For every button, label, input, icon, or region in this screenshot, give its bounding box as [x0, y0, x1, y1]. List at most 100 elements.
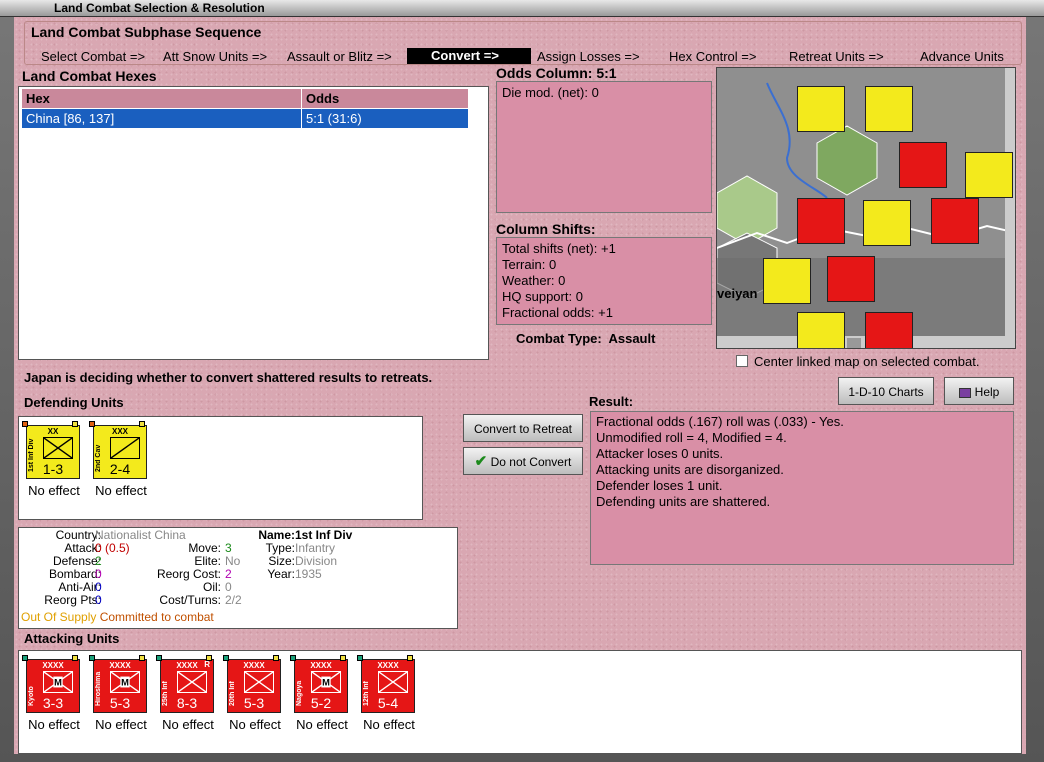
help-button[interactable]: Help	[944, 377, 1014, 405]
unit-counter[interactable]: XXX 2nd Cav 2-4	[93, 425, 147, 479]
status-dot	[89, 421, 95, 427]
map-unit-counter[interactable]	[827, 256, 875, 302]
title-bar[interactable]: Land Combat Selection & Resolution	[0, 0, 1044, 17]
result-line: Defending units are shattered.	[596, 494, 771, 509]
map-unit-counter[interactable]	[865, 86, 913, 132]
unit-result: No effect	[28, 483, 80, 498]
status-dot	[72, 655, 78, 661]
status-dot	[89, 655, 95, 661]
result-line: Unmodified roll = 4, Modified = 4.	[596, 430, 787, 445]
shifts-title: Column Shifts:	[496, 221, 596, 237]
status-dot	[407, 655, 413, 661]
sequence-step: Hex Control =>	[669, 49, 757, 64]
convert-to-retreat-button[interactable]: Convert to Retreat	[463, 414, 583, 442]
odds-title: Odds Column: 5:1	[496, 65, 617, 81]
center-map-checkbox[interactable]	[736, 355, 748, 367]
status-dot	[357, 655, 363, 661]
center-map-label[interactable]: Center linked map on selected combat.	[754, 354, 979, 369]
unit-symbol-icon	[177, 671, 207, 693]
main-panel: Land Combat Subphase Sequence Select Com…	[14, 17, 1026, 754]
unit-slot[interactable]: XXXX Nagoya M 5-2 No effect	[290, 655, 354, 739]
unit-strength: 5-2	[310, 695, 332, 711]
year-label: Year:	[267, 567, 295, 581]
unit-counter[interactable]: XXXX 20th Inf 5-3	[227, 659, 281, 713]
sequence-step: Convert =>	[407, 48, 531, 64]
status-dot	[22, 655, 28, 661]
unit-slot[interactable]: XXXX 25th Inf 8-3 R No effect	[156, 655, 220, 739]
unit-slot[interactable]: XXXX Hiroshima M 5-3 No effect	[89, 655, 153, 739]
result-title: Result:	[589, 394, 634, 409]
unit-slot[interactable]: XXXX Kyoto M 3-3 No effect	[22, 655, 86, 739]
combat-type: Combat Type: Assault	[516, 331, 655, 346]
hexes-header-row: Hex Odds	[21, 88, 469, 109]
die-mod-text: Die mod. (net): 0	[502, 85, 599, 100]
unit-slot[interactable]: XXX 2nd Cav 2-4 No effect	[89, 421, 153, 505]
reserve-marker: R	[204, 660, 210, 669]
unit-counter[interactable]: XX 1st Inf Div 1-3	[26, 425, 80, 479]
sequence-step: Assault or Blitz =>	[287, 49, 392, 64]
year-value: 1935	[295, 567, 322, 581]
sequence-step: Retreat Units =>	[789, 49, 884, 64]
status-dot	[22, 421, 28, 427]
detail-labels-col3: Name: Type: Size: Year:	[245, 529, 295, 581]
unit-strength: 5-3	[109, 695, 131, 711]
window-title: Land Combat Selection & Resolution	[54, 1, 265, 15]
unit-counter[interactable]: XXXX Kyoto M 3-3	[26, 659, 80, 713]
combat-type-value: Assault	[608, 331, 656, 346]
do-not-convert-button[interactable]: ✔ Do not Convert	[463, 447, 583, 475]
help-label: Help	[974, 385, 1000, 399]
supply-status: Out Of Supply Committed to combat	[21, 610, 214, 624]
shift-total: Total shifts (net): +1	[502, 241, 616, 256]
unit-slot[interactable]: XXXX 12th Inf 5-4 No effect	[357, 655, 421, 739]
unit-symbol-icon	[110, 437, 140, 459]
unit-slot[interactable]: XX 1st Inf Div 1-3 No effect	[22, 421, 86, 505]
unit-result: No effect	[95, 717, 147, 732]
unit-details-panel: Country: Attack: Defense: Bombard: Anti-…	[18, 527, 458, 629]
table-row[interactable]: China [86, 137] 5:1 (31:6)	[21, 108, 469, 129]
result-line: Attacker loses 0 units.	[596, 446, 724, 461]
unit-symbol-icon: M	[311, 671, 341, 693]
unit-strength: 8-3	[176, 695, 198, 711]
unit-result: No effect	[229, 717, 281, 732]
unit-counter[interactable]: XXXX Nagoya M 5-2	[294, 659, 348, 713]
map-unit-counter[interactable]	[899, 142, 947, 188]
linked-map[interactable]: veiyan	[716, 67, 1016, 349]
charts-button[interactable]: 1-D-10 Charts	[838, 377, 934, 405]
col-odds[interactable]: Odds	[301, 88, 469, 109]
sequence-step: Advance Units	[920, 49, 1004, 64]
status-dot	[273, 655, 279, 661]
map-unit-counter[interactable]	[797, 86, 845, 132]
map-unit-counter[interactable]	[965, 152, 1013, 198]
status-dot	[223, 655, 229, 661]
svg-text:M: M	[322, 678, 330, 688]
unit-result: No effect	[95, 483, 147, 498]
unit-counter[interactable]: XXXX 25th Inf 8-3 R	[160, 659, 214, 713]
map-unit-counter[interactable]	[931, 198, 979, 244]
unit-result: No effect	[28, 717, 80, 732]
map-unit-counter[interactable]	[863, 200, 911, 246]
do-not-convert-label: Do not Convert	[490, 455, 572, 469]
map-unit-counter[interactable]	[865, 312, 913, 348]
shift-hq: HQ support: 0	[502, 289, 583, 304]
unit-strength: 5-4	[377, 695, 399, 711]
map-unit-counter[interactable]	[797, 312, 845, 348]
unit-strength: 1-3	[42, 461, 64, 477]
map-unit-counter[interactable]	[763, 258, 811, 304]
odds-panel: Die mod. (net): 0	[496, 81, 712, 213]
col-hex[interactable]: Hex	[21, 88, 302, 109]
unit-counter[interactable]: XXXX Hiroshima M 5-3	[93, 659, 147, 713]
map-unit-counter[interactable]	[797, 198, 845, 244]
unit-strength: 2-4	[109, 461, 131, 477]
reorgpts-label: Reorg Pts:	[44, 593, 101, 607]
svg-text:M: M	[121, 678, 129, 688]
check-icon: ✔	[474, 453, 488, 470]
status-dot	[206, 655, 212, 661]
unit-result: No effect	[363, 717, 415, 732]
unit-counter[interactable]: XXXX 12th Inf 5-4	[361, 659, 415, 713]
map-place-label: veiyan	[717, 286, 758, 301]
defending-title: Defending Units	[24, 395, 124, 410]
unit-result: No effect	[162, 717, 214, 732]
detail-labels-col1: Country: Attack: Defense: Bombard: Anti-…	[19, 529, 101, 607]
supply-text: Out Of Supply	[21, 610, 97, 624]
unit-slot[interactable]: XXXX 20th Inf 5-3 No effect	[223, 655, 287, 739]
